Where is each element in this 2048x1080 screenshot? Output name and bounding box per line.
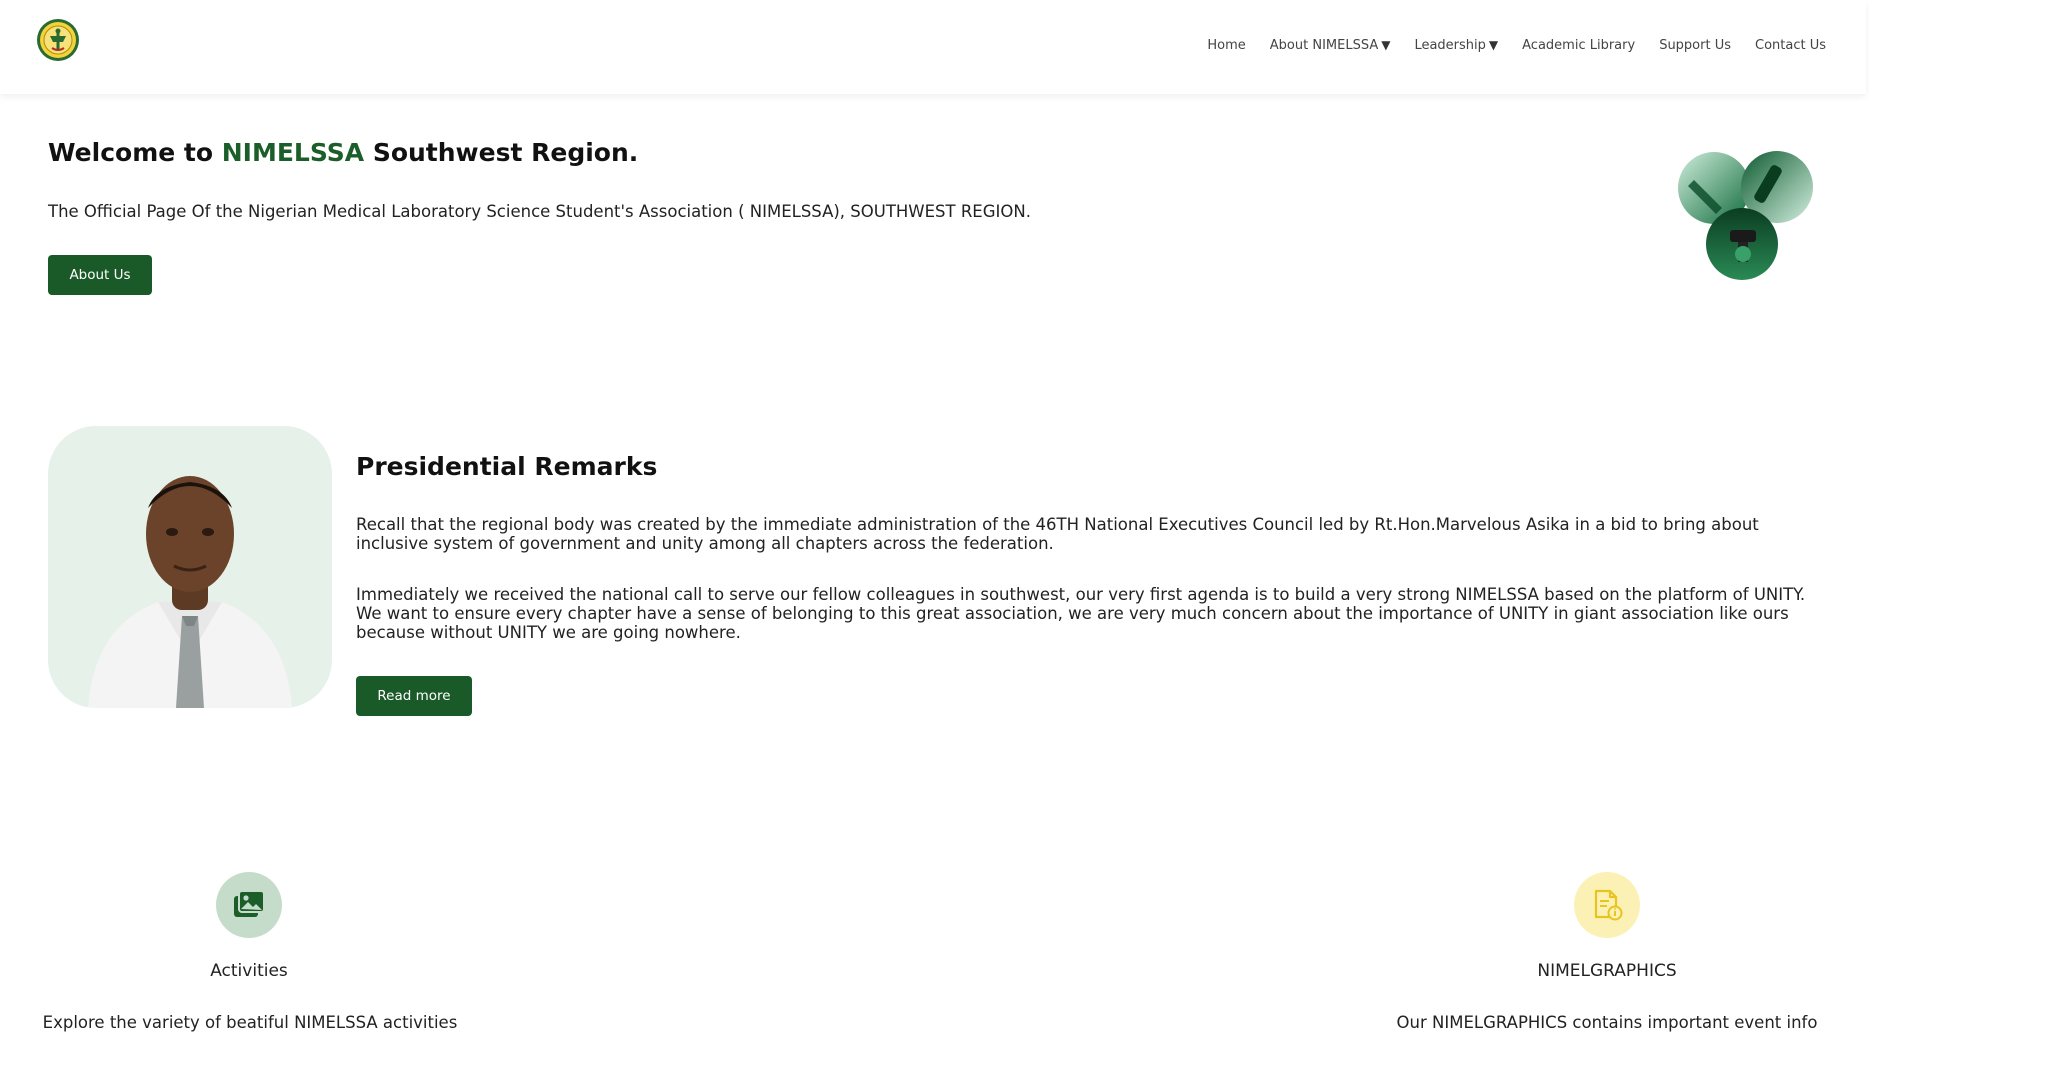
activities-title: Activities: [210, 961, 288, 981]
nav-leadership[interactable]: Leadership ▼: [1414, 38, 1498, 53]
nav-home-label: Home: [1207, 38, 1246, 53]
caret-down-icon: ▼: [1488, 38, 1499, 52]
microscope-collage-icon: [1672, 150, 1818, 282]
nav-support-us[interactable]: Support Us: [1659, 38, 1731, 53]
hero-title-suffix: Southwest Region.: [364, 138, 639, 167]
read-more-button[interactable]: Read more: [356, 676, 472, 716]
hero-title: Welcome to NIMELSSA Southwest Region.: [48, 138, 638, 167]
nav-academic-library[interactable]: Academic Library: [1522, 38, 1635, 53]
presidential-remarks-title: Presidential Remarks: [356, 452, 658, 481]
nav-support-us-label: Support Us: [1659, 38, 1731, 53]
nav-about-label: About NIMELSSA: [1269, 38, 1379, 53]
nav-academic-library-label: Academic Library: [1522, 38, 1636, 53]
about-us-button[interactable]: About Us: [48, 255, 152, 295]
nav-leadership-label: Leadership: [1414, 38, 1486, 53]
nimelgraphics-description: Our NIMELGRAPHICS contains important eve…: [1396, 1013, 1818, 1032]
nav-about[interactable]: About NIMELSSA ▼: [1270, 38, 1391, 53]
nav-contact-us[interactable]: Contact Us: [1755, 38, 1826, 53]
hero-title-prefix: Welcome to: [48, 138, 222, 167]
nav-contact-us-label: Contact Us: [1755, 38, 1826, 53]
remarks-paragraph-1: Recall that the regional body was create…: [356, 515, 1759, 553]
president-portrait: [48, 426, 332, 708]
site-header: Home About NIMELSSA ▼ Leadership ▼ Academi…: [0, 0, 1866, 94]
nimelgraphics-title: NIMELGRAPHICS: [1537, 961, 1677, 981]
nimelgraphics-icon-badge[interactable]: [1574, 872, 1640, 938]
images-icon: [234, 890, 265, 917]
nav-home[interactable]: Home: [1207, 38, 1245, 53]
remarks-paragraph-2: Immediately we received the national cal…: [356, 585, 1806, 642]
activities-icon-badge[interactable]: [216, 872, 282, 938]
hero-subtitle: The Official Page Of the Nigerian Medica…: [48, 202, 1031, 221]
main-nav: Home About NIMELSSA ▼ Leadership ▼ Academi…: [1183, 38, 1826, 53]
hero-title-accent: NIMELSSA: [221, 138, 365, 167]
caret-down-icon: ▼: [1381, 38, 1391, 52]
document-info-icon: [1594, 889, 1623, 921]
nimelssa-logo-icon[interactable]: [36, 18, 80, 62]
activities-description: Explore the variety of beatiful NIMELSSA…: [42, 1013, 458, 1032]
